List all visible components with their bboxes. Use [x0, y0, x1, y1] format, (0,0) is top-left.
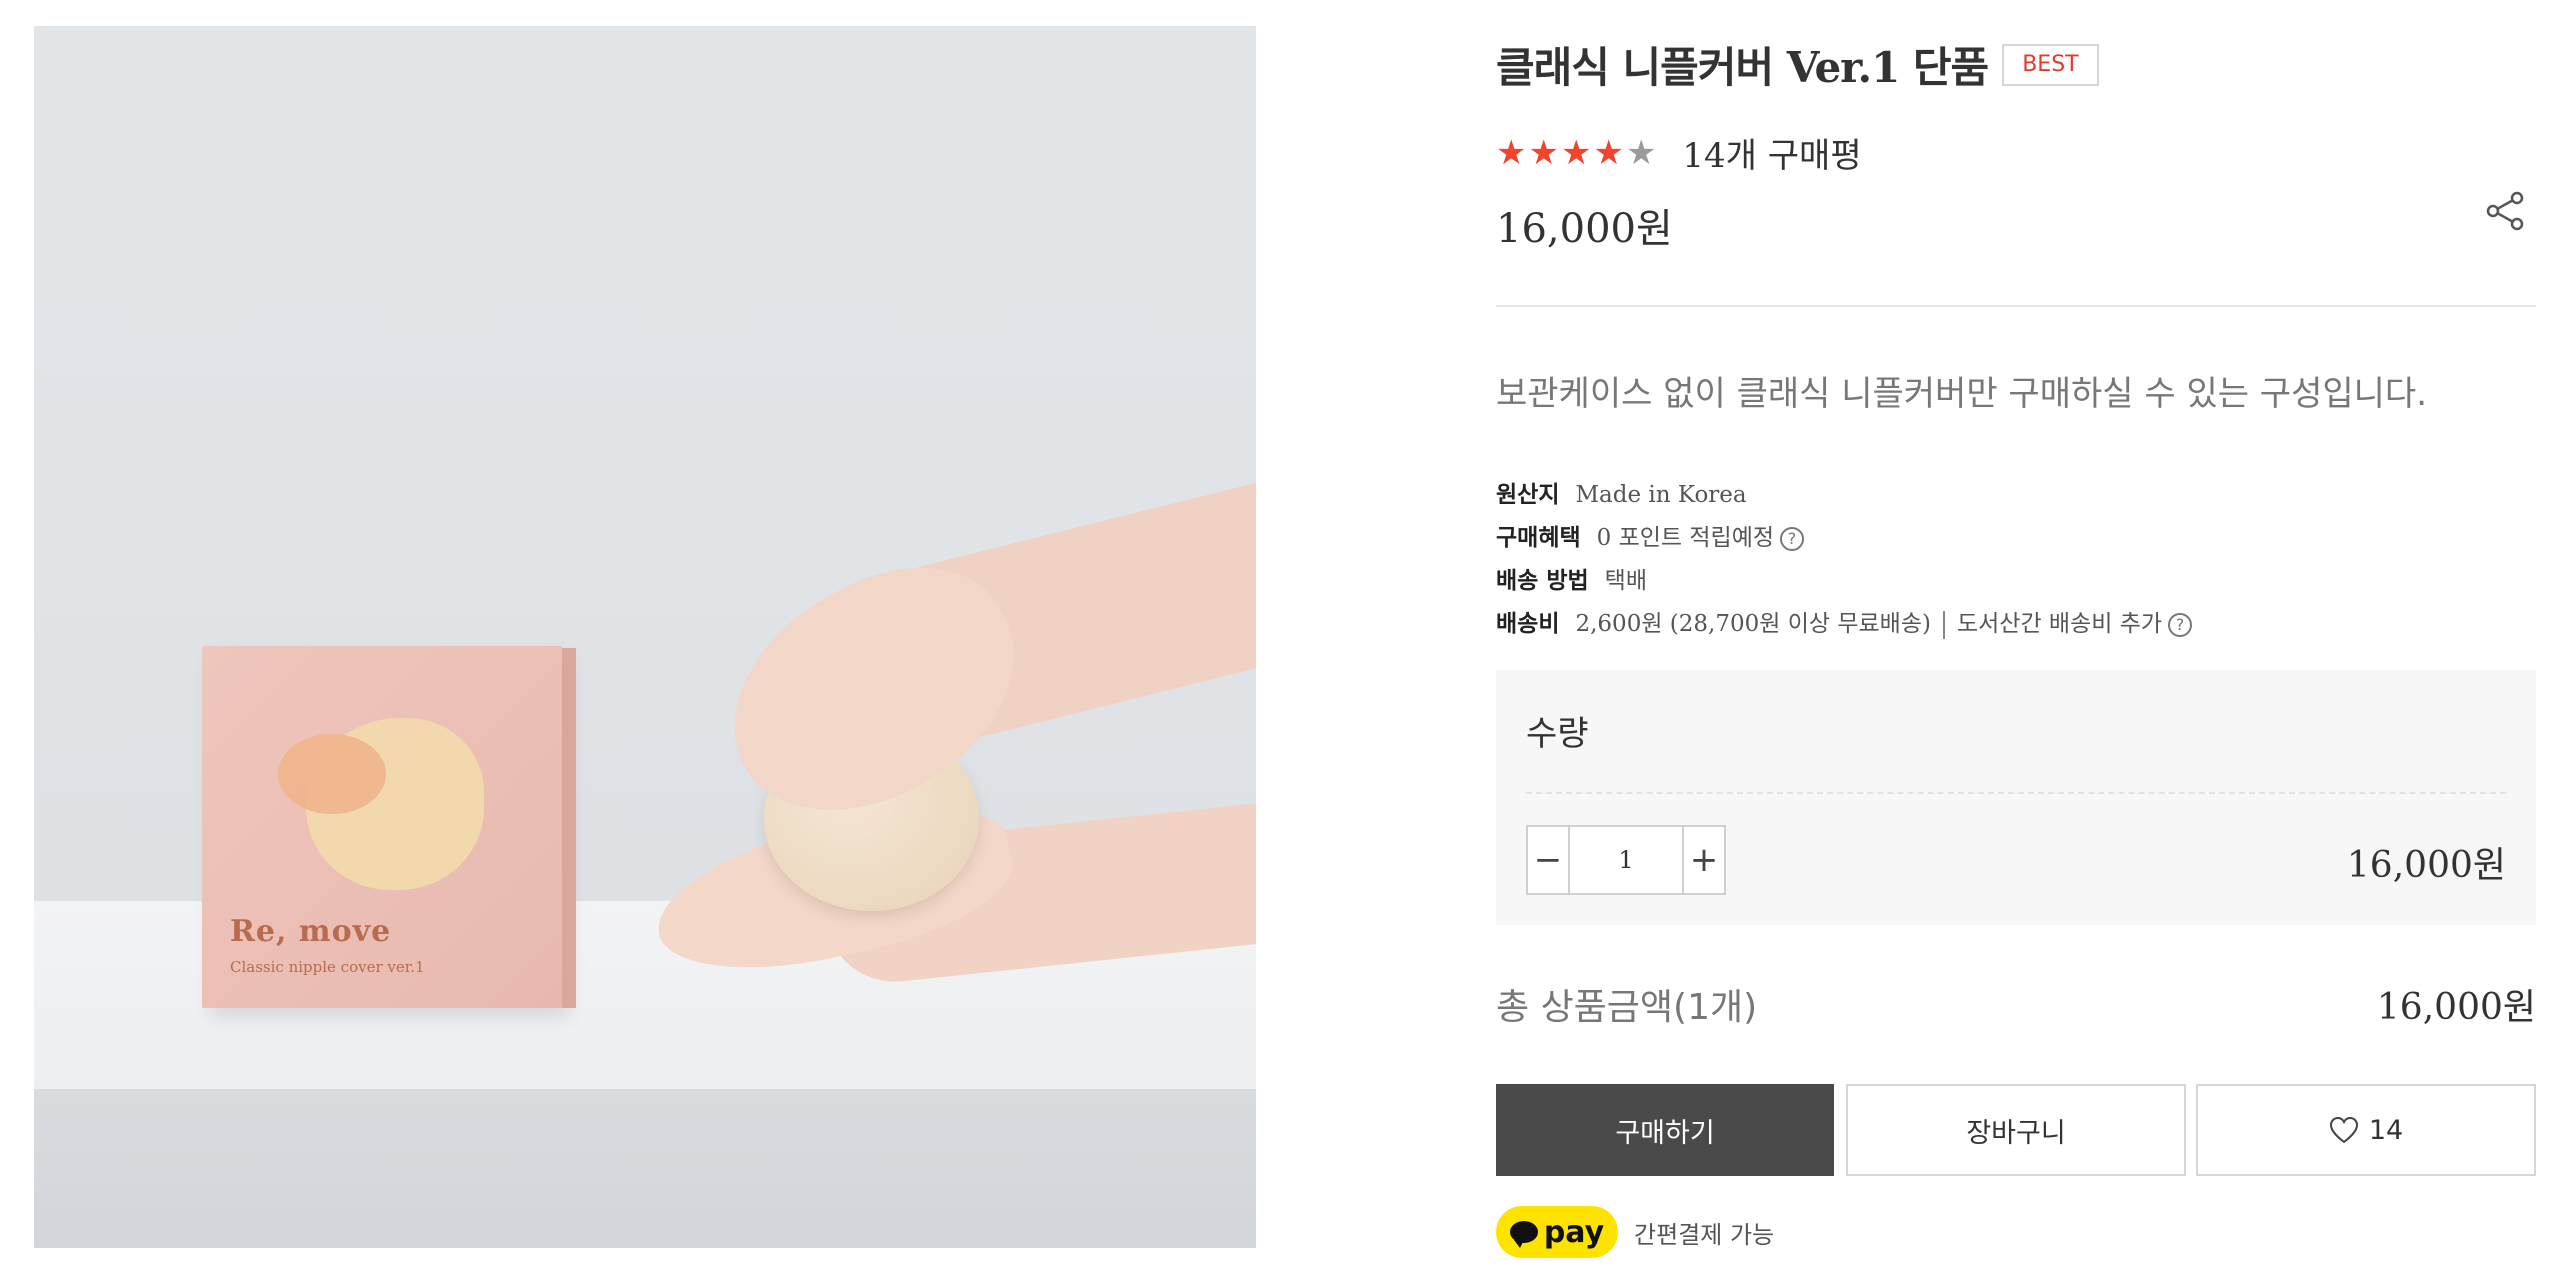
- box-subtitle-text: Classic nipple cover ver.1: [230, 958, 425, 976]
- star-rating: ★ ★ ★ ★ ★: [1496, 136, 1656, 170]
- quantity-stepper: − 1 +: [1526, 825, 1726, 895]
- like-button[interactable]: 14: [2196, 1084, 2536, 1176]
- shipping-fee-value: 2,600원 (28,700원 이상 무료배송): [1575, 611, 1931, 637]
- spec-shipping-method: 배송 방법 택배: [1496, 560, 2192, 603]
- buy-button[interactable]: 구매하기: [1496, 1084, 1834, 1176]
- quantity-increase-button[interactable]: +: [1682, 827, 1724, 893]
- shipping-extra-note: 도서산간 배송비 추가: [1956, 611, 2163, 637]
- product-description: 보관케이스 없이 클래식 니플커버만 구매하실 수 있는 구성입니다.: [1496, 374, 2428, 414]
- quantity-decrease-button[interactable]: −: [1528, 827, 1570, 893]
- quantity-input[interactable]: 1: [1570, 827, 1682, 893]
- origin-label: 원산지: [1496, 482, 1560, 508]
- star-filled-icon: ★: [1528, 132, 1559, 173]
- product-box-side: [562, 648, 576, 1008]
- shipping-fee-label: 배송비: [1496, 611, 1560, 637]
- benefit-label: 구매혜택: [1496, 525, 1581, 551]
- quantity-line-price: 16,000원: [2346, 845, 2506, 886]
- spec-benefit: 구매혜택 0 포인트 적립예정 ?: [1496, 517, 2192, 560]
- section-divider: [1496, 305, 2536, 307]
- easy-payment-text: 간편결제 가능: [1634, 1220, 1775, 1249]
- spec-shipping-fee: 배송비 2,600원 (28,700원 이상 무료배송) 도서산간 배송비 추가…: [1496, 603, 2193, 646]
- table-front: [34, 1089, 1256, 1248]
- quantity-divider: [1526, 792, 2506, 794]
- shipping-method-label: 배송 방법: [1496, 568, 1589, 594]
- share-icon[interactable]: [2482, 188, 2528, 234]
- product-image: Re, move Classic nipple cover ver.1: [34, 26, 1256, 1248]
- box-brand-text: Re, move: [230, 914, 392, 949]
- rating-row: ★ ★ ★ ★ ★ 14개 구매평: [1496, 128, 1862, 177]
- total-label: 총 상품금액(1개): [1496, 987, 1758, 1028]
- best-badge: BEST: [2002, 43, 2099, 86]
- star-filled-icon: ★: [1560, 132, 1592, 173]
- heart-icon: [2329, 1116, 2358, 1144]
- product-price: 16,000원: [1496, 206, 1673, 252]
- shipping-method-value: 택배: [1604, 568, 1647, 594]
- like-count: 14: [2368, 1114, 2404, 1146]
- spec-separator: [1942, 610, 1945, 639]
- product-info-panel: 클래식 니플커버 Ver.1 단품 BEST ★ ★ ★ ★ ★ 14개 구매평 16,…: [1496, 0, 2536, 1272]
- cart-button[interactable]: 장바구니: [1846, 1084, 2186, 1176]
- product-title: 클래식 니플커버 Ver.1 단품: [1496, 43, 1989, 92]
- speech-bubble-icon: [1509, 1221, 1538, 1248]
- shipping-help-icon[interactable]: ?: [2168, 612, 2193, 637]
- kakao-pay-label: pay: [1543, 1214, 1605, 1250]
- cart-button-label: 장바구니: [1966, 1117, 2066, 1149]
- benefit-help-icon[interactable]: ?: [1780, 526, 1805, 551]
- product-specs: 원산지 Made in Korea 구매혜택 0 포인트 적립예정 ? 배송 방…: [1496, 474, 2193, 646]
- quantity-label: 수량: [1526, 714, 1589, 754]
- star-filled-icon: ★: [1593, 132, 1624, 173]
- star-filled-icon: ★: [1496, 132, 1527, 173]
- buy-button-label: 구매하기: [1615, 1117, 1715, 1149]
- origin-value: Made in Korea: [1575, 482, 1747, 508]
- quantity-section: 수량 − 1 + 16,000원: [1496, 670, 2536, 925]
- box-graphic-small: [278, 734, 386, 814]
- kakao-pay-badge[interactable]: pay: [1496, 1206, 1618, 1258]
- total-price: 16,000원: [2376, 987, 2536, 1028]
- spec-origin: 원산지 Made in Korea: [1496, 474, 2192, 517]
- star-empty-icon: ★: [1625, 132, 1657, 173]
- benefit-value: 0 포인트 적립예정: [1596, 525, 1775, 551]
- title-row: 클래식 니플커버 Ver.1 단품 BEST: [1496, 34, 2099, 95]
- review-count-link[interactable]: 14개 구매평: [1682, 128, 1861, 177]
- kakao-pay-row: pay 간편결제 가능: [1496, 1206, 1774, 1258]
